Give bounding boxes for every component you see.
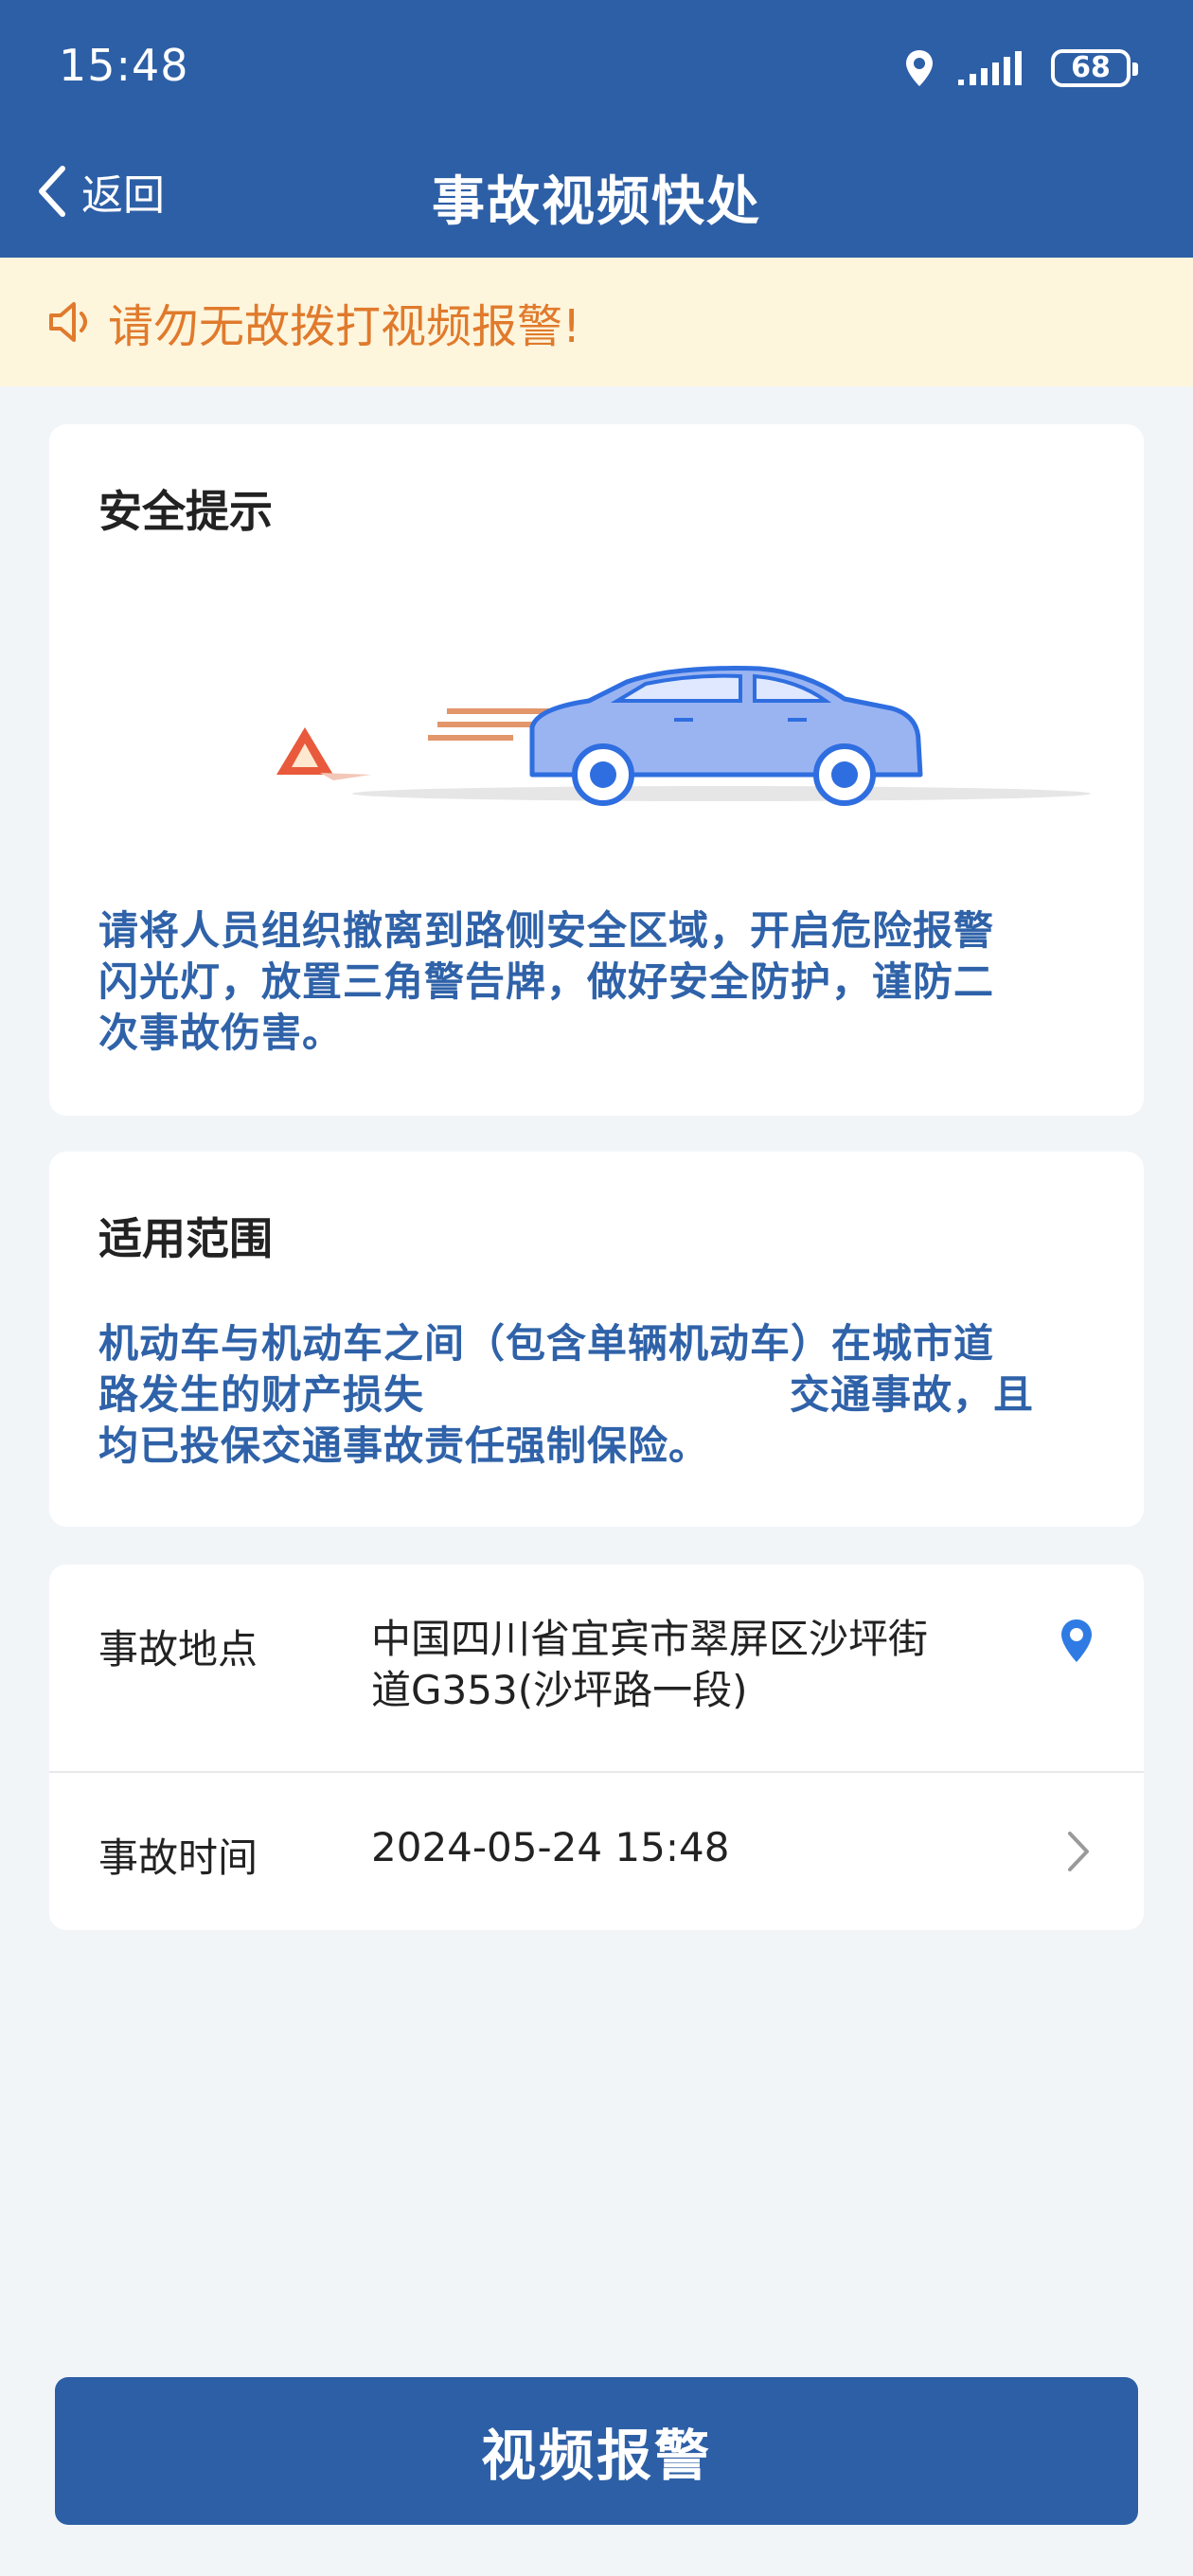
header: 15:48 68 事故视频快处 返回: [0, 0, 1193, 258]
speaker-icon: [49, 302, 87, 342]
safety-tips-title: 安全提示: [98, 486, 273, 537]
time-row[interactable]: 事故时间 2024-05-24 15:48: [49, 1773, 1144, 1930]
warning-triangle-icon: [276, 727, 371, 780]
battery-icon: 68: [1051, 49, 1138, 87]
location-value-line: 道G353(沙坪路一段): [371, 1667, 748, 1713]
scope-card: 适用范围 机动车与机动车之间（包含单辆机动车）在城市道 路发生的财产损失 交通事…: [49, 1152, 1144, 1527]
status-time: 15:48: [59, 40, 189, 91]
scope-line: 路发生的财产损失 交通事故，且: [98, 1369, 1102, 1421]
scope-title: 适用范围: [98, 1213, 273, 1264]
time-value: 2024-05-24 15:48: [371, 1824, 730, 1870]
chevron-right-icon: [1068, 1832, 1089, 1871]
accident-info-card: 事故地点 中国四川省宜宾市翠屏区沙坪街 道G353(沙坪路一段) 事故时间 20…: [49, 1565, 1144, 1930]
back-label: 返回: [81, 171, 165, 220]
location-status-icon: [906, 50, 933, 86]
map-pin-icon[interactable]: [1059, 1618, 1095, 1665]
safety-tips-line: 次事故伤害。: [98, 1010, 344, 1056]
safety-tips-line: 闪光灯，放置三角警告牌，做好安全防护，谨防二: [98, 958, 995, 1005]
scope-text: 机动车与机动车之间（包含单辆机动车）在城市道 路发生的财产损失 交通事故，且 均…: [98, 1318, 1102, 1472]
scope-line: 均已投保交通事故责任强制保险。: [98, 1422, 710, 1469]
signal-icon: [958, 51, 1022, 85]
safety-tips-card: 安全提示 请将人员组织撤离到路侧安全区域，开启危险报警 闪光灯，放置三角警告牌，…: [49, 424, 1144, 1116]
location-value: 中国四川省宜宾市翠屏区沙坪街 道G353(沙坪路一段): [371, 1614, 1053, 1716]
time-label: 事故时间: [98, 1834, 258, 1881]
location-value-line: 中国四川省宜宾市翠屏区沙坪街: [371, 1616, 929, 1662]
scope-line-part: 交通事故，且: [790, 1371, 1035, 1418]
nav-bar: 事故视频快处 返回: [0, 144, 1193, 239]
chevron-left-icon: [39, 166, 65, 217]
notice-banner: 请勿无故拨打视频报警!: [0, 258, 1193, 386]
status-bar: 15:48 68: [0, 0, 1193, 133]
safety-tips-line: 请将人员组织撤离到路侧安全区域，开启危险报警: [98, 907, 995, 954]
scope-line-part: 路发生的财产损失: [98, 1371, 425, 1418]
back-button[interactable]: 返回: [34, 161, 165, 222]
scope-line: 机动车与机动车之间（包含单辆机动车）在城市道: [98, 1320, 995, 1367]
location-row[interactable]: 事故地点 中国四川省宜宾市翠屏区沙坪街 道G353(沙坪路一段): [49, 1565, 1144, 1771]
location-label: 事故地点: [98, 1626, 258, 1673]
video-report-button[interactable]: 视频报警: [55, 2377, 1138, 2525]
notice-text: 请勿无故拨打视频报警!: [108, 300, 581, 353]
safety-tips-text: 请将人员组织撤离到路侧安全区域，开启危险报警 闪光灯，放置三角警告牌，做好安全防…: [98, 905, 1102, 1059]
car-warning-illustration: [276, 666, 1091, 806]
status-icons: 68: [903, 45, 1138, 91]
page-title: 事故视频快处: [432, 171, 761, 233]
